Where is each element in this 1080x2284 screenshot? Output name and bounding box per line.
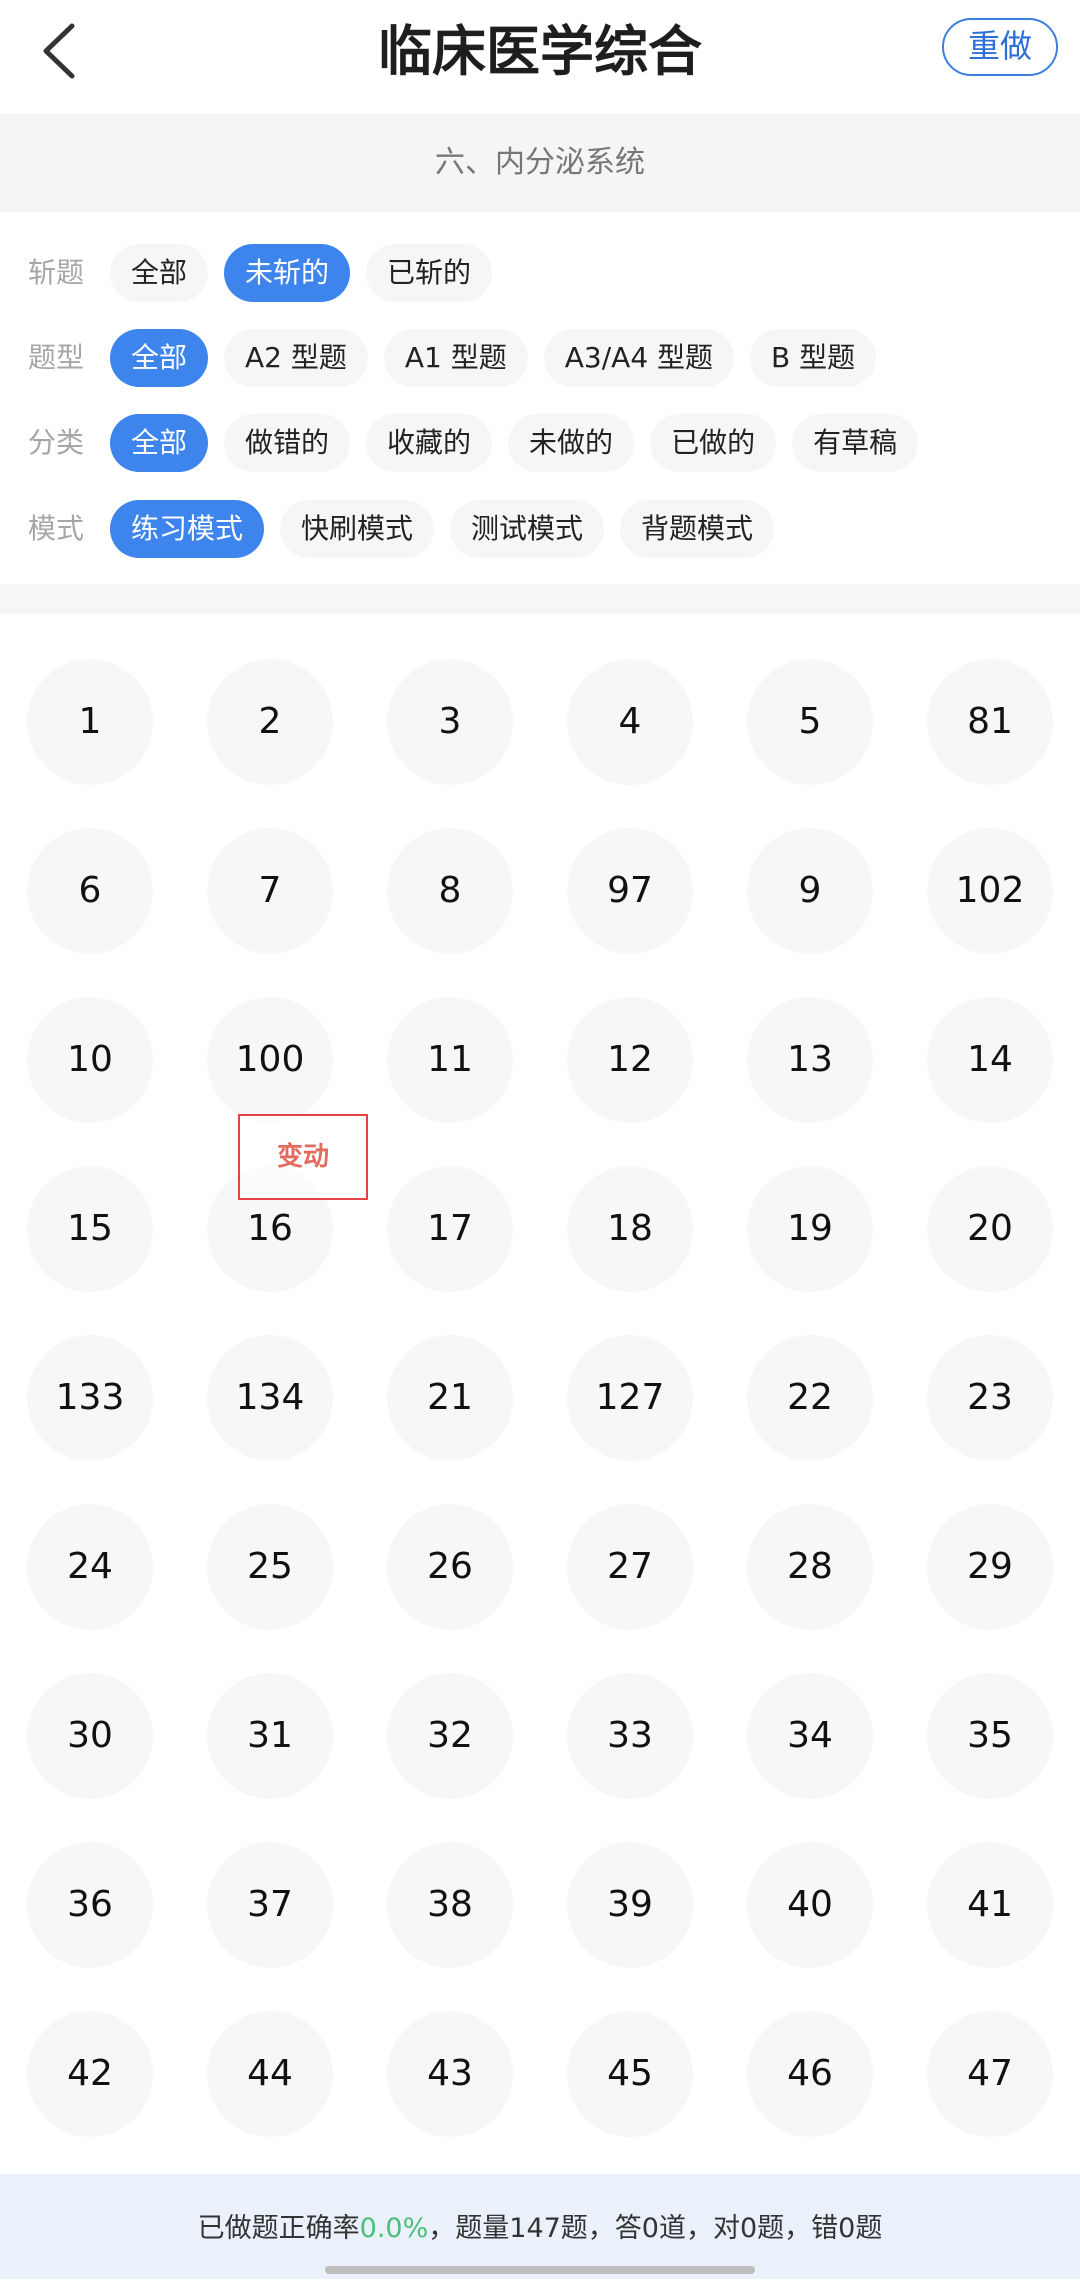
question-number[interactable]: 36 [27,1842,153,1968]
question-number[interactable]: 2 [207,659,333,785]
question-number[interactable]: 23 [927,1335,1053,1461]
question-number[interactable]: 44 [207,2011,333,2137]
filter-chip[interactable]: 全部 [110,329,209,387]
question-number[interactable]: 47 [927,2011,1053,2137]
question-number[interactable]: 18 [567,1166,693,1292]
question-number[interactable]: 43 [387,2011,513,2137]
question-number[interactable]: 37 [207,1842,333,1968]
question-number[interactable]: 40 [747,1842,873,1968]
question-number[interactable]: 17 [387,1166,513,1292]
chip-list: 全部 做错的 收藏的 未做的 已做的 有草稿 [110,414,919,472]
chip-list: 全部 未斩的 已斩的 [110,244,493,302]
redo-button[interactable]: 重做 [942,18,1058,76]
question-number[interactable]: 100 [207,997,333,1123]
change-tag-label: 变动 [276,1142,329,1172]
filter-chip[interactable]: 已做的 [650,414,777,472]
question-number[interactable]: 32 [387,1673,513,1799]
change-tag: 变动 [238,1114,368,1200]
divider-band [0,584,1080,614]
chip-list: 练习模式 快刷模式 测试模式 背题模式 [110,500,775,558]
question-number[interactable]: 38 [387,1842,513,1968]
chip-list: 全部 A2 型题 A1 型题 A3/A4 型题 B 型题 [110,329,877,387]
filter-chip[interactable]: B 型题 [750,329,877,387]
filter-chip[interactable]: 测试模式 [450,500,605,558]
stats-footer: 已做题正确率0.0%，题量147题，答0道，对0题，错0题 [0,2174,1080,2279]
question-number[interactable]: 5 [747,659,873,785]
filter-label: 斩题 [28,256,85,289]
question-number[interactable]: 9 [747,828,873,954]
question-number[interactable]: 6 [27,828,153,954]
stats-prefix: 已做题正确率 [197,2213,360,2244]
question-number[interactable]: 22 [747,1335,873,1461]
question-number[interactable]: 3 [387,659,513,785]
app-header: 临床医学综合 重做 [0,0,1080,114]
question-number[interactable]: 30 [27,1673,153,1799]
accuracy-rate: 0.0% [359,2213,429,2244]
filter-chip[interactable]: 快刷模式 [280,500,435,558]
filter-chip[interactable]: 背题模式 [620,500,775,558]
question-number[interactable]: 127 [567,1335,693,1461]
question-number[interactable]: 31 [207,1673,333,1799]
question-number[interactable]: 13 [747,997,873,1123]
filter-chip[interactable]: 已斩的 [366,244,493,302]
question-number[interactable]: 24 [27,1504,153,1630]
question-number[interactable]: 19 [747,1166,873,1292]
question-number[interactable]: 14 [927,997,1053,1123]
question-number[interactable]: 4 [567,659,693,785]
filter-label: 分类 [28,426,85,459]
stats-suffix: ，题量147题，答0道，对0题，错0题 [428,2213,883,2244]
question-number[interactable]: 29 [927,1504,1053,1630]
question-number[interactable]: 34 [747,1673,873,1799]
question-number[interactable]: 81 [927,659,1053,785]
filter-label: 模式 [28,512,85,545]
question-number[interactable]: 133 [27,1335,153,1461]
filter-chip[interactable]: A3/A4 型题 [543,329,735,387]
filter-chip[interactable]: A2 型题 [224,329,368,387]
question-number[interactable]: 8 [387,828,513,954]
filter-chip[interactable]: 全部 [110,414,209,472]
page-title: 临床医学综合 [378,20,702,83]
filter-chip[interactable]: 收藏的 [366,414,493,472]
question-number[interactable]: 28 [747,1504,873,1630]
chapter-title: 六、内分泌系统 [0,114,1080,213]
filter-chip[interactable]: 做错的 [224,414,351,472]
filter-chip[interactable]: 练习模式 [110,500,265,558]
home-indicator [325,2266,755,2274]
question-number[interactable]: 27 [567,1504,693,1630]
question-number[interactable]: 97 [567,828,693,954]
filter-chip[interactable]: 未斩的 [224,244,351,302]
question-number[interactable]: 21 [387,1335,513,1461]
filter-label: 题型 [28,341,85,374]
question-number[interactable]: 33 [567,1673,693,1799]
filter-chip[interactable]: 有草稿 [792,414,919,472]
question-number[interactable]: 7 [207,828,333,954]
question-number[interactable]: 12 [567,997,693,1123]
filter-chip[interactable]: A1 型题 [383,329,528,387]
question-number[interactable]: 46 [747,2011,873,2137]
question-number[interactable]: 39 [567,1842,693,1968]
question-number[interactable]: 1 [27,659,153,785]
question-grid: 1 2 3 4 5 81 6 7 8 97 9 102 10 100 11 12 13 14 15 16 17 18 19 2… [0,614,1080,2174]
question-number[interactable]: 15 [27,1166,153,1292]
question-number[interactable]: 45 [567,2011,693,2137]
question-number[interactable]: 134 [207,1335,333,1461]
question-number[interactable]: 41 [927,1842,1053,1968]
question-number[interactable]: 11 [387,997,513,1123]
question-number[interactable]: 10 [27,997,153,1123]
question-number[interactable]: 20 [927,1166,1053,1292]
question-number[interactable]: 35 [927,1673,1053,1799]
filter-panel: 斩题 全部 未斩的 已斩的 题型 全部 A2 型题 A1 型题 A3/A4 型题 B 型题 … [0,212,1080,584]
filter-chip[interactable]: 未做的 [508,414,635,472]
question-number[interactable]: 25 [207,1504,333,1630]
filter-chip[interactable]: 全部 [110,244,209,302]
question-number[interactable]: 26 [387,1504,513,1630]
question-number[interactable]: 102 [927,828,1053,954]
question-number[interactable]: 42 [27,2011,153,2137]
